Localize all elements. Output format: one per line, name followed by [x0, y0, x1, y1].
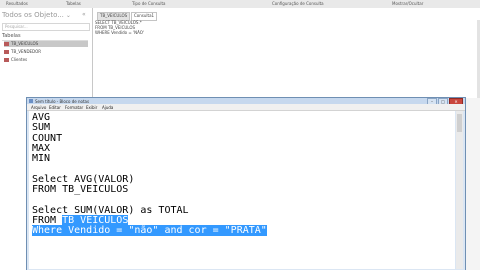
nav-item-tb-vendedor[interactable]: TB_VENDEDOR: [4, 49, 88, 55]
nav-item-clientes[interactable]: Clientes: [4, 57, 88, 63]
menu-arquivo[interactable]: Arquivo: [31, 105, 46, 110]
search-input[interactable]: Pesquisar...: [2, 23, 90, 31]
nav-item-label: TB_VENDEDOR: [11, 49, 42, 54]
sql-editor[interactable]: SELECT TB_VEICULOS.* FROM TB_VEICULOS WHER…: [95, 20, 144, 35]
ribbon-group-tables[interactable]: Tabelas: [66, 1, 81, 6]
notepad-window: Sem título - Bloco de notas – □ ✕ Arquivo …: [26, 97, 466, 270]
text-line: MIN: [32, 153, 51, 165]
nav-item-label: TB_VEICULOS: [11, 41, 39, 46]
text-line: COUNT: [32, 132, 63, 144]
table-icon: [4, 50, 9, 54]
collapse-icon[interactable]: «: [82, 11, 90, 18]
selected-text: Where Vendido = "não" and cor = "PRATA": [32, 225, 267, 237]
text-line: SUM: [32, 122, 51, 134]
chevron-down-icon[interactable]: ⌄: [66, 12, 71, 19]
ribbon-group-query-type[interactable]: Tipo de Consulta: [132, 1, 166, 6]
nav-section-tables[interactable]: Tabelas: [2, 33, 88, 41]
menu-formatar[interactable]: Formatar: [65, 105, 83, 110]
sql-line: WHERE Vendido = 'NÃO': [95, 30, 145, 35]
text-line: AVG: [32, 112, 51, 123]
notepad-menubar: Arquivo Editar Formatar Exibir Ajuda: [27, 104, 465, 111]
text-line: MAX: [32, 142, 51, 154]
table-icon: [4, 58, 9, 62]
screen: Resultados Tabelas Tipo de Consulta Conf…: [0, 0, 480, 270]
ribbon-group-query-setup[interactable]: Configuração de Consulta: [272, 1, 324, 6]
menu-ajuda[interactable]: Ajuda: [102, 105, 113, 110]
nav-pane-title-text: Todos os Objeto...: [2, 11, 64, 19]
menu-exibir[interactable]: Exibir: [86, 105, 97, 110]
notepad-scrollbar[interactable]: [456, 111, 463, 269]
table-icon: [4, 42, 9, 46]
search-placeholder: Pesquisar...: [5, 24, 28, 29]
menu-editar[interactable]: Editar: [49, 105, 61, 110]
text-line-where: Where Vendido = "não" and cor = "PRATA": [32, 225, 267, 237]
query-window: TB_VEICULOS Consulta1 SELECT TB_VEICULOS…: [93, 8, 480, 98]
nav-item-label: Clientes: [11, 57, 28, 62]
nav-item-tb-veiculos[interactable]: TB_VEICULOS: [4, 41, 88, 47]
notepad-icon: [29, 99, 33, 103]
notepad-text-area[interactable]: AVG SUM COUNT MAX MIN Select AVG(VALOR) …: [29, 111, 455, 269]
ribbon-group-results[interactable]: Resultados: [6, 1, 28, 6]
ribbon-group-show-hide[interactable]: Mostrar/Ocultar: [392, 1, 423, 6]
notepad-text: AVG SUM COUNT MAX MIN Select AVG(VALOR) …: [32, 112, 267, 237]
nav-pane-title[interactable]: Todos os Objeto... ⌄: [2, 11, 71, 19]
text-line: FROM TB_VEICULOS: [32, 184, 129, 196]
scrollbar-thumb[interactable]: [457, 114, 462, 132]
